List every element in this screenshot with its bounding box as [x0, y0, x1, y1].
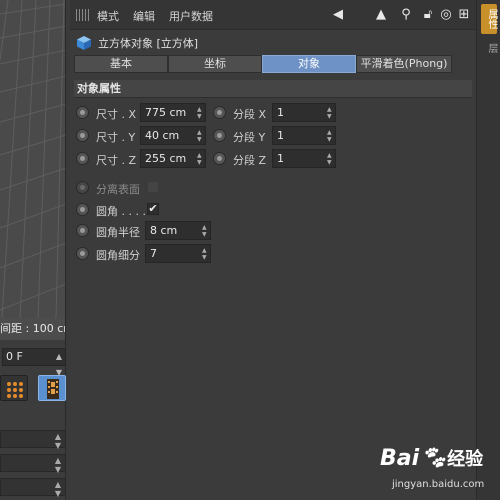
tab-coordinates[interactable]: 坐标	[168, 55, 262, 73]
tab-phong[interactable]: 平滑着色(Phong)	[356, 55, 452, 73]
dropdown-3[interactable]: ▲ ▼	[0, 478, 66, 498]
seg-x-value: 1	[277, 106, 284, 119]
dropdown-1[interactable]: ▲ ▼	[0, 430, 66, 450]
size-x-value: 775 cm	[145, 106, 187, 119]
fillet-radius-input[interactable]: 8 cm ▲ ▼	[145, 221, 211, 240]
stepper-icon[interactable]: ▲ ▼	[202, 247, 208, 261]
size-z-value: 255 cm	[145, 152, 187, 165]
3d-viewport[interactable]: 间距 : 100 cm	[0, 0, 66, 340]
anim-radio[interactable]	[76, 129, 89, 142]
tab-object[interactable]: 对象	[262, 55, 356, 73]
target-icon[interactable]: ◎	[438, 6, 454, 24]
row-fillet: 圆角 . . . . ✔	[76, 200, 276, 220]
seg-y-input[interactable]: 1 ▲ ▼	[272, 126, 336, 145]
frame-value: 0 F	[6, 350, 23, 363]
row-size-y: 尺寸 . Y 40 cm ▲ ▼ 分段 Y 1 ▲ ▼	[76, 126, 346, 146]
row-size-x: 尺寸 . X 775 cm ▲ ▼ 分段 X 1 ▲ ▼	[76, 103, 346, 123]
anim-radio[interactable]	[76, 106, 89, 119]
new-window-icon[interactable]: ⊞	[456, 6, 472, 24]
grid-spacing-status: 间距 : 100 cm	[0, 318, 65, 340]
dropdown-arrow-icon: ▲ ▼	[54, 432, 61, 450]
menu-mode[interactable]: 模式	[97, 8, 119, 24]
anim-radio[interactable]	[76, 224, 89, 237]
fillet-label: 圆角 . . . .	[96, 205, 146, 218]
size-x-label: 尺寸 . X	[96, 108, 137, 121]
menu-bar: 模式 编辑 用户数据 ◀ ▲ ⚲ 🔓︎ ◎ ⊞	[70, 0, 476, 30]
stepper-icon[interactable]: ▲ ▼	[197, 129, 203, 143]
seg-y-value: 1	[277, 129, 284, 142]
cube-icon	[77, 36, 91, 50]
baidu-logo: Bai🐾︎经验	[380, 445, 483, 471]
search-icon[interactable]: ⚲	[398, 6, 414, 24]
lock-icon[interactable]: 🔓︎	[420, 6, 436, 24]
tab-bar: 基本 坐标 对象 平滑着色(Phong)	[74, 55, 454, 73]
stepper-icon[interactable]: ▲ ▼	[327, 129, 333, 143]
size-y-label: 尺寸 . Y	[96, 131, 136, 144]
back-arrow-icon[interactable]: ◀	[328, 6, 348, 24]
fillet-checkbox[interactable]: ✔	[147, 203, 159, 215]
anim-radio[interactable]	[213, 152, 226, 165]
up-arrow-icon[interactable]: ▲	[372, 6, 390, 24]
viewport-grid	[0, 0, 65, 319]
side-tab-layers[interactable]: 层	[481, 38, 497, 58]
fillet-radius-value: 8 cm	[150, 224, 178, 237]
size-y-value: 40 cm	[145, 129, 180, 142]
seg-z-input[interactable]: 1 ▲ ▼	[272, 149, 336, 168]
stepper-icon[interactable]: ▲ ▼	[327, 106, 333, 120]
fillet-subdivision-label: 圆角细分	[96, 249, 140, 262]
separate-surfaces-checkbox	[147, 181, 159, 193]
left-lower-panel: 0 F ▲ ▼ ▲ ▼ ▲ ▼ ▲ ▼	[0, 340, 66, 500]
watermark-url: jingyan.baidu.com	[392, 479, 485, 490]
menu-edit[interactable]: 编辑	[133, 8, 155, 24]
seg-y-label: 分段 Y	[233, 131, 266, 144]
dropdown-arrow-icon: ▲ ▼	[54, 456, 61, 474]
fillet-radius-label: 圆角半径	[96, 226, 140, 239]
logo-cn-text: 经验	[447, 449, 484, 470]
side-tab-strip: 属性 层	[476, 0, 500, 500]
anim-radio[interactable]	[76, 203, 89, 216]
seg-x-input[interactable]: 1 ▲ ▼	[272, 103, 336, 122]
stepper-icon[interactable]: ▲ ▼	[197, 152, 203, 166]
menu-user-data[interactable]: 用户数据	[169, 8, 213, 24]
dropdown-2[interactable]: ▲ ▼	[0, 454, 66, 474]
anim-radio[interactable]	[76, 152, 89, 165]
paw-icon: 🐾︎	[419, 446, 448, 471]
stepper-icon[interactable]: ▲ ▼	[202, 224, 208, 238]
section-title: 对象属性	[74, 80, 472, 98]
side-tab-attributes[interactable]: 属性	[481, 4, 497, 34]
seg-z-value: 1	[277, 152, 284, 165]
size-z-input[interactable]: 255 cm ▲ ▼	[140, 149, 206, 168]
stepper-icon[interactable]: ▲ ▼	[327, 152, 333, 166]
dropdown-arrow-icon: ▲ ▼	[54, 480, 61, 498]
attribute-manager: 模式 编辑 用户数据 ◀ ▲ ⚲ 🔓︎ ◎ ⊞ 立方体对象 [立方体] 基本 坐…	[70, 0, 476, 500]
fillet-subdivision-value: 7	[150, 247, 157, 260]
tab-basic[interactable]: 基本	[74, 55, 168, 73]
stepper-icon[interactable]: ▲ ▼	[197, 106, 203, 120]
object-title: 立方体对象 [立方体]	[98, 37, 199, 50]
frame-field[interactable]: 0 F ▲ ▼	[2, 348, 66, 377]
size-x-input[interactable]: 775 cm ▲ ▼	[140, 103, 206, 122]
separate-surfaces-label: 分离表面	[96, 183, 140, 196]
anim-radio[interactable]	[213, 129, 226, 142]
anim-radio[interactable]	[213, 106, 226, 119]
anim-radio[interactable]	[76, 247, 89, 260]
watermark: Bai🐾︎经验 jingyan.baidu.com	[380, 445, 500, 500]
size-z-label: 尺寸 . Z	[96, 154, 137, 167]
anim-radio	[76, 181, 89, 194]
row-fillet-subdivision: 圆角细分 7 ▲ ▼	[76, 244, 286, 264]
row-size-z: 尺寸 . Z 255 cm ▲ ▼ 分段 Z 1 ▲ ▼	[76, 149, 346, 169]
seg-z-label: 分段 Z	[233, 154, 267, 167]
seg-x-label: 分段 X	[233, 108, 267, 121]
grip-handle-icon[interactable]	[76, 9, 90, 21]
size-y-input[interactable]: 40 cm ▲ ▼	[140, 126, 206, 145]
row-separate-surfaces: 分离表面	[76, 178, 276, 198]
keyframe-dots-button[interactable]	[0, 375, 28, 401]
fillet-subdivision-input[interactable]: 7 ▲ ▼	[145, 244, 211, 263]
logo-text: Bai	[380, 446, 420, 471]
dots-grid-icon	[7, 382, 23, 398]
film-strip-icon	[47, 379, 59, 399]
row-fillet-radius: 圆角半径 8 cm ▲ ▼	[76, 221, 286, 241]
film-strip-button[interactable]	[38, 375, 66, 401]
